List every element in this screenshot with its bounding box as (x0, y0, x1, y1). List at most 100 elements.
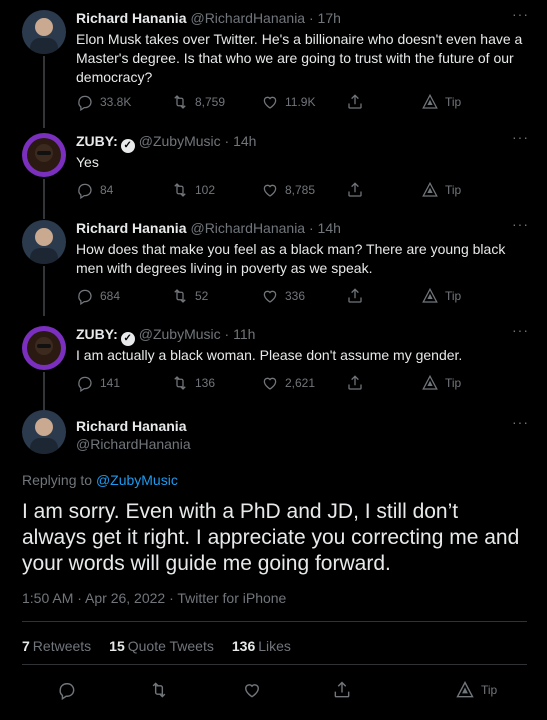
like-icon (242, 680, 262, 700)
share-button[interactable] (346, 287, 364, 305)
tip-icon (421, 93, 439, 111)
tip-button[interactable]: Tip (421, 374, 461, 392)
more-icon[interactable]: ··· (512, 129, 529, 145)
avatar[interactable] (22, 220, 66, 264)
retweet-icon (171, 287, 189, 305)
tip-label: Tip (481, 683, 498, 697)
thread-line (43, 179, 45, 219)
share-button[interactable] (346, 93, 364, 111)
divider (22, 664, 527, 665)
likes-stat[interactable]: 136 Likes (232, 638, 291, 654)
author-handle[interactable]: @ZubyMusic · 11h (139, 326, 256, 342)
replying-to-link[interactable]: @ZubyMusic (96, 472, 178, 488)
author-name[interactable]: ZUBY: (76, 133, 118, 149)
author-handle[interactable]: @RichardHanania · 14h (190, 220, 340, 236)
tweet-meta[interactable]: 1:50 AM · Apr 26, 2022 · Twitter for iPh… (22, 590, 286, 606)
like-icon (261, 287, 279, 305)
tip-button[interactable]: Tip (421, 181, 461, 199)
quotes-stat[interactable]: 15 Quote Tweets (109, 638, 214, 654)
replying-to: Replying to @ZubyMusic (22, 472, 178, 488)
author-handle[interactable]: @RichardHanania · 17h (190, 10, 340, 26)
author-handle[interactable]: @ZubyMusic · 14h (139, 133, 257, 149)
reply-icon (76, 374, 94, 392)
reply-icon (57, 680, 77, 700)
reply-button[interactable]: 33.8K (76, 93, 131, 111)
tip-icon (421, 181, 439, 199)
retweets-stat[interactable]: 7 Retweets (22, 638, 91, 654)
retweets-count: 7 (22, 638, 30, 654)
avatar[interactable] (22, 10, 66, 54)
verified-icon: ✓ (120, 332, 135, 346)
like-icon (261, 93, 279, 111)
tweet-header: ZUBY: ✓ @ZubyMusic · 11h (76, 326, 255, 346)
author-name[interactable]: ZUBY: (76, 326, 118, 342)
avatar[interactable] (22, 410, 66, 454)
retweet-count: 8,759 (195, 95, 226, 109)
reply-button[interactable] (57, 680, 77, 700)
tweet-actions: 84 102 8,785 Tip (76, 181, 476, 201)
tweet-header: Richard Hanania @RichardHanania · 14h (76, 220, 341, 236)
like-count: 336 (285, 289, 306, 303)
share-button[interactable] (332, 680, 352, 700)
quotes-count: 15 (109, 638, 125, 654)
retweet-button[interactable]: 136 (171, 374, 215, 392)
tweet-actions: 684 52 336 Tip (76, 287, 476, 307)
share-button[interactable] (346, 181, 364, 199)
reply-count: 141 (100, 376, 121, 390)
retweet-icon (171, 93, 189, 111)
share-button[interactable] (346, 374, 364, 392)
like-icon (261, 374, 279, 392)
tip-label: Tip (445, 183, 462, 197)
tweet-actions: 141 136 2,621 Tip (76, 374, 476, 394)
like-count: 2,621 (285, 376, 316, 390)
avatar[interactable] (22, 326, 66, 370)
retweet-icon (171, 374, 189, 392)
retweet-button[interactable]: 8,759 (171, 93, 225, 111)
retweet-icon (171, 181, 189, 199)
likes-label: Likes (258, 638, 291, 654)
tip-button[interactable]: Tip (421, 93, 461, 111)
like-button[interactable] (242, 680, 262, 700)
reply-icon (76, 181, 94, 199)
main-author-handle[interactable]: @RichardHanania (76, 436, 191, 452)
tip-icon (421, 287, 439, 305)
reply-count: 684 (100, 289, 121, 303)
thread-line (43, 372, 45, 414)
tweet-text: Yes (76, 154, 99, 170)
like-button[interactable]: 2,621 (261, 374, 315, 392)
more-icon[interactable]: ··· (512, 414, 529, 430)
like-button[interactable]: 11.9K (261, 93, 315, 111)
share-icon (332, 680, 352, 700)
like-button[interactable]: 8,785 (261, 181, 315, 199)
author-name[interactable]: Richard Hanania (76, 220, 186, 236)
retweet-icon (149, 680, 169, 700)
thread-line (43, 266, 45, 316)
author-name[interactable]: Richard Hanania (76, 10, 186, 26)
more-icon[interactable]: ··· (512, 6, 529, 22)
retweet-button[interactable]: 102 (171, 181, 215, 199)
main-author-name[interactable]: Richard Hanania (76, 418, 186, 434)
retweet-button[interactable]: 52 (171, 287, 208, 305)
reply-icon (76, 93, 94, 111)
more-icon[interactable]: ··· (512, 322, 529, 338)
tip-button[interactable]: Tip (455, 680, 497, 700)
share-icon (346, 287, 364, 305)
tip-label: Tip (445, 95, 462, 109)
reply-count: 33.8K (100, 95, 132, 109)
more-icon[interactable]: ··· (512, 216, 529, 232)
retweets-label: Retweets (32, 638, 92, 654)
like-count: 8,785 (285, 183, 316, 197)
avatar[interactable] (22, 133, 66, 177)
like-button[interactable]: 336 (261, 287, 305, 305)
share-icon (346, 181, 364, 199)
likes-count: 136 (231, 638, 256, 654)
reply-button[interactable]: 84 (76, 181, 113, 199)
reply-icon (76, 287, 94, 305)
retweet-button[interactable] (149, 680, 169, 700)
tip-button[interactable]: Tip (421, 287, 461, 305)
reply-button[interactable]: 141 (76, 374, 120, 392)
reply-button[interactable]: 684 (76, 287, 120, 305)
tip-icon (421, 374, 439, 392)
tweet-text: Elon Musk takes over Twitter. He's a bil… (76, 31, 523, 85)
retweet-count: 102 (195, 183, 216, 197)
